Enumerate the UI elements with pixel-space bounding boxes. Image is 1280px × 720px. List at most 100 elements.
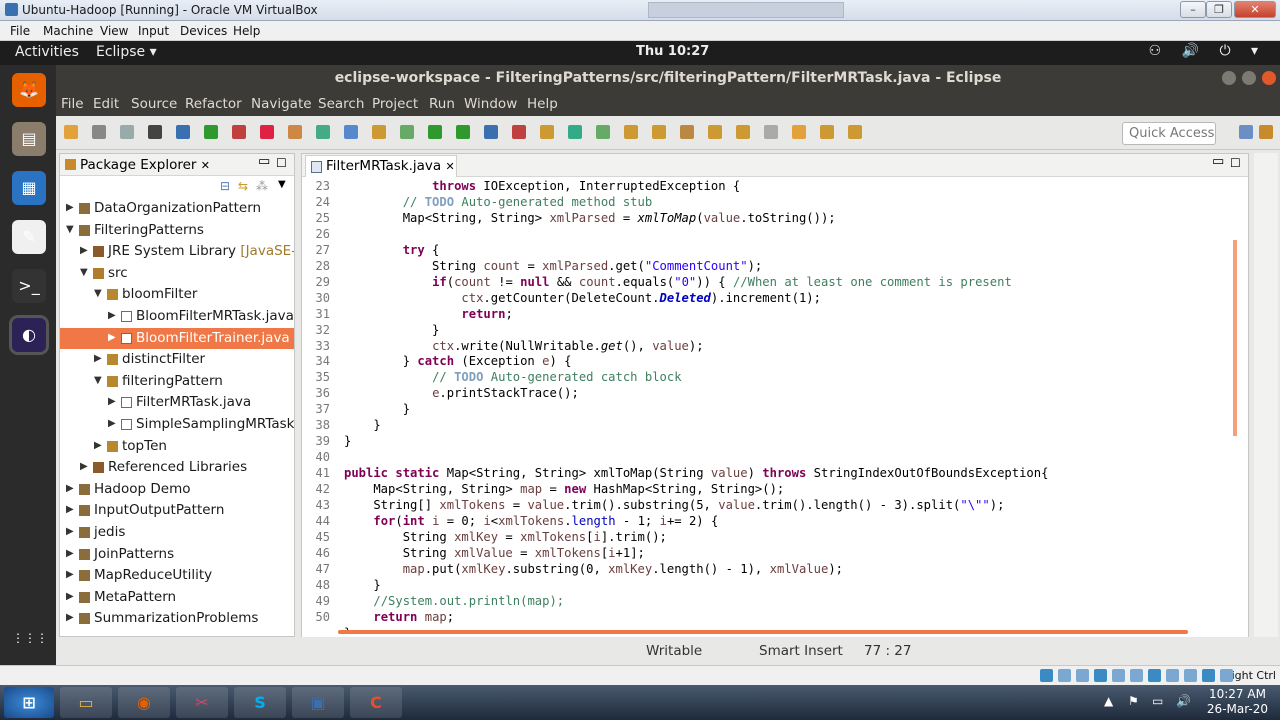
open-perspective-icon[interactable] — [1239, 125, 1253, 139]
tree-item[interactable]: ▶ distinctFilter — [60, 349, 294, 370]
vbox-device-icon[interactable] — [1094, 669, 1107, 682]
code-line[interactable]: if(count != null && count.equals("0")) {… — [344, 275, 1012, 289]
clock[interactable]: Thu 10:27 — [636, 44, 709, 59]
restore-button[interactable]: ❐ — [1206, 1, 1232, 18]
toolbar-button-icon[interactable] — [232, 125, 246, 139]
start-button[interactable]: ⊞ — [4, 687, 54, 718]
toolbar-button-icon[interactable] — [792, 125, 806, 139]
code-line[interactable]: return map; — [344, 610, 454, 624]
show-applications-icon[interactable]: ⋮⋮⋮ — [12, 621, 48, 655]
toolbar-button-icon[interactable] — [512, 125, 526, 139]
code-line[interactable]: Map<String, String> map = new HashMap<St… — [344, 482, 784, 496]
toolbar-button-icon[interactable] — [484, 125, 498, 139]
toolbar-button-icon[interactable] — [820, 125, 834, 139]
tree-item[interactable]: ▶ BloomFilterTrainer.java — [60, 327, 294, 349]
tree-item[interactable]: ▶ SummarizationProblems — [60, 608, 294, 629]
expand-arrow-icon[interactable]: ▶ — [66, 526, 74, 537]
toolbar-button-icon[interactable] — [176, 125, 190, 139]
tree-item[interactable]: ▶ topTen — [60, 436, 294, 457]
toolbar-button-icon[interactable] — [428, 125, 442, 139]
collapse-all-icon[interactable]: ⊟ — [220, 179, 230, 193]
code-line[interactable]: map.put(xmlKey.substring(0, xmlKey.lengt… — [344, 562, 843, 576]
snipping-icon[interactable]: ✂ — [176, 687, 228, 718]
tree-item[interactable]: ▶ JRE System Library [JavaSE-1.8] — [60, 241, 294, 262]
volume-icon[interactable]: 🔊 — [1176, 694, 1191, 708]
toolbar-button-icon[interactable] — [540, 125, 554, 139]
code-line[interactable]: try { — [344, 243, 440, 257]
toolbar-button-icon[interactable] — [288, 125, 302, 139]
tree-item[interactable]: ▼ filteringPattern — [60, 371, 294, 392]
show-hidden-icons-icon[interactable]: ▲ — [1104, 694, 1113, 708]
tree-item[interactable]: ▼ FilteringPatterns — [60, 220, 294, 241]
expand-arrow-icon[interactable]: ▶ — [66, 483, 74, 494]
code-area[interactable]: throws IOException, InterruptedException… — [344, 177, 1234, 632]
tree-item[interactable]: ▶ jedis — [60, 522, 294, 543]
expand-arrow-icon[interactable]: ▶ — [80, 245, 88, 256]
toolbar-button-icon[interactable] — [316, 125, 330, 139]
vbox-device-icon[interactable] — [1058, 669, 1071, 682]
toolbar-button-icon[interactable] — [344, 125, 358, 139]
toolbar-button-icon[interactable] — [680, 125, 694, 139]
vbox-device-icon[interactable] — [1148, 669, 1161, 682]
vbox-device-icon[interactable] — [1076, 669, 1089, 682]
vbox-menu-help[interactable]: Help — [233, 24, 260, 38]
toolbar-button-icon[interactable] — [456, 125, 470, 139]
vbox-menu-file[interactable]: File — [10, 24, 30, 38]
tree-item[interactable]: ▶ SimpleSamplingMRTask.java — [60, 414, 294, 435]
eclipse-menu-file[interactable]: File — [61, 96, 84, 112]
eclipse-maximize-icon[interactable] — [1242, 71, 1256, 85]
code-line[interactable]: return; — [344, 307, 512, 321]
tree-item[interactable]: ▶ JoinPatterns — [60, 544, 294, 565]
skype-icon[interactable]: S — [234, 687, 286, 718]
explorer-icon[interactable]: ▭ — [60, 687, 112, 718]
toolbar-button-icon[interactable] — [568, 125, 582, 139]
toolbar-button-icon[interactable] — [652, 125, 666, 139]
code-line[interactable]: e.printStackTrace(); — [344, 386, 579, 400]
vbox-menu-machine[interactable]: Machine — [43, 24, 93, 38]
tree-item[interactable]: ▶ MetaPattern — [60, 587, 294, 608]
minimize-button[interactable]: – — [1180, 1, 1206, 18]
tab-filtermrtask[interactable]: FilterMRTask.java ✕ — [305, 155, 457, 177]
tree-item[interactable]: ▶ BloomFilterMRTask.java — [60, 306, 294, 327]
expand-arrow-icon[interactable]: ▶ — [108, 418, 116, 429]
code-line[interactable]: String count = xmlParsed.get("CommentCou… — [344, 259, 762, 273]
collapse-arrow-icon[interactable]: ▼ — [80, 267, 88, 278]
terminal-icon[interactable]: >_ — [12, 269, 46, 303]
toolbar-button-icon[interactable] — [204, 125, 218, 139]
toolbar-button-icon[interactable] — [64, 125, 78, 139]
filter-icon[interactable]: ⁂ — [256, 179, 268, 193]
tree-item[interactable]: ▶ InputOutputPattern — [60, 500, 294, 521]
editor-maximize-icon[interactable]: ☐ — [1230, 156, 1241, 170]
code-line[interactable]: // TODO Auto-generated method stub — [344, 195, 653, 209]
code-line[interactable]: for(int i = 0; i<xmlTokens.length - 1; i… — [344, 514, 718, 528]
vbox-device-icon[interactable] — [1112, 669, 1125, 682]
code-line[interactable]: public static Map<String, String> xmlToM… — [344, 466, 1048, 480]
code-line[interactable]: Map<String, String> xmlParsed = xmlToMap… — [344, 211, 836, 225]
toolbar-button-icon[interactable] — [400, 125, 414, 139]
eclipse-menu-refactor[interactable]: Refactor — [185, 96, 242, 112]
vbox-menu-devices[interactable]: Devices — [180, 24, 227, 38]
toolbar-button-icon[interactable] — [624, 125, 638, 139]
vbox-device-icon[interactable] — [1040, 669, 1053, 682]
vbox-menu-view[interactable]: View — [100, 24, 128, 38]
code-line[interactable]: } — [344, 402, 410, 416]
tree-item[interactable]: ▶ Referenced Libraries — [60, 457, 294, 478]
tree-item[interactable]: ▼ src — [60, 263, 294, 284]
collapse-arrow-icon[interactable]: ▼ — [94, 375, 102, 386]
code-line[interactable]: String xmlKey = xmlTokens[i].trim(); — [344, 530, 667, 544]
toolbar-button-icon[interactable] — [120, 125, 134, 139]
vbox-device-icon[interactable] — [1130, 669, 1143, 682]
code-line[interactable]: ctx.write(NullWritable.get(), value); — [344, 339, 704, 353]
vbox-device-icon[interactable] — [1220, 669, 1233, 682]
horizontal-scrollbar[interactable] — [338, 630, 1188, 634]
expand-arrow-icon[interactable]: ▶ — [66, 591, 74, 602]
package-explorer-title[interactable]: Package Explorer ✕ — [80, 157, 210, 173]
eclipse-menu-help[interactable]: Help — [527, 96, 558, 112]
virtualbox-icon[interactable]: ▣ — [292, 687, 344, 718]
code-line[interactable]: } catch (Exception e) { — [344, 354, 572, 368]
tab-close-icon[interactable]: ✕ — [446, 160, 455, 173]
firefox-taskbar-icon[interactable]: ◉ — [118, 687, 170, 718]
code-line[interactable]: String xmlValue = xmlTokens[i+1]; — [344, 546, 645, 560]
tree-item[interactable]: ▶ DataOrganizationPattern — [60, 198, 294, 219]
code-line[interactable]: } — [344, 418, 380, 432]
